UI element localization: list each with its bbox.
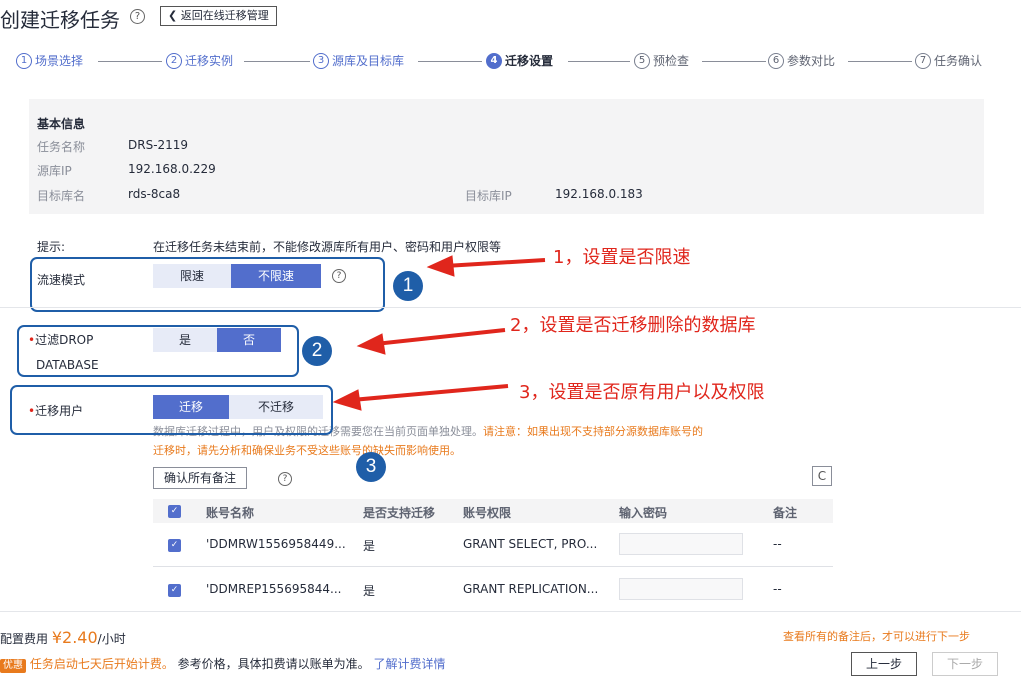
password-input[interactable]: [619, 578, 743, 600]
fee-price: ¥2.40: [51, 628, 98, 647]
annotation-text-2: 2，设置是否迁移删除的数据库: [510, 315, 756, 336]
row-checkbox[interactable]: ✓: [168, 539, 181, 552]
fee-line: 配置费用 ¥2.40/小时: [0, 628, 126, 647]
arrow-3-head: [332, 389, 362, 411]
supported-value: 是: [363, 539, 376, 553]
billing-detail-link[interactable]: 了解计费详情: [374, 657, 446, 671]
password-input[interactable]: [619, 533, 743, 555]
promo-badge: 优惠: [0, 659, 26, 673]
fee-unit: /小时: [97, 632, 126, 646]
arrow-2-head: [356, 333, 386, 355]
arrow-1-head: [426, 255, 455, 277]
account-name: 'DDMREP155695844...: [206, 582, 342, 596]
remark-value: --: [773, 582, 782, 596]
column-header-password: 输入密码: [619, 506, 668, 520]
reference-note: 参考价格，具体扣费请以账单为准。: [177, 657, 370, 671]
fee-label: 配置费用: [0, 632, 49, 646]
arrow-1-shaft: [444, 258, 546, 268]
promo-line: 优惠 任务启动七天后开始计费。 参考价格，具体扣费请以账单为准。 了解计费详情: [0, 655, 446, 673]
column-header-privilege: 账号权限: [463, 506, 512, 520]
arrow-3-shaft: [351, 384, 509, 402]
privilege-value: GRANT SELECT, PRO...: [463, 537, 598, 551]
help-icon[interactable]: ?: [278, 472, 292, 486]
row-checkbox[interactable]: ✓: [168, 584, 181, 597]
select-all-checkbox[interactable]: ✓: [168, 505, 181, 518]
promo-text: 任务启动七天后开始计费。: [29, 657, 174, 671]
column-header-supported: 是否支持迁移: [363, 506, 436, 520]
row-divider: [153, 566, 833, 567]
arrow-2-shaft: [374, 328, 506, 346]
column-header-account: 账号名称: [206, 506, 255, 520]
next-button[interactable]: 下一步: [932, 652, 999, 676]
annotation-text-3: 3，设置是否原有用户以及权限: [519, 382, 765, 403]
annotation-text-1: 1，设置是否限速: [553, 247, 691, 268]
refresh-icon[interactable]: C: [812, 466, 832, 486]
table-header: ✓ 账号名称 是否支持迁移 账号权限 输入密码 备注: [153, 499, 833, 523]
confirm-all-remarks-button[interactable]: 确认所有备注: [153, 467, 248, 489]
privilege-value: GRANT REPLICATION...: [463, 582, 599, 596]
prev-button[interactable]: 上一步: [851, 652, 918, 676]
footer-hint: 查看所有的备注后，才可以进行下一步: [783, 630, 970, 643]
footer-divider: [0, 611, 1021, 612]
account-name: 'DDMRW1556958449...: [206, 537, 346, 551]
remark-value: --: [773, 537, 782, 551]
supported-value: 是: [363, 584, 376, 598]
column-header-remark: 备注: [773, 506, 798, 520]
